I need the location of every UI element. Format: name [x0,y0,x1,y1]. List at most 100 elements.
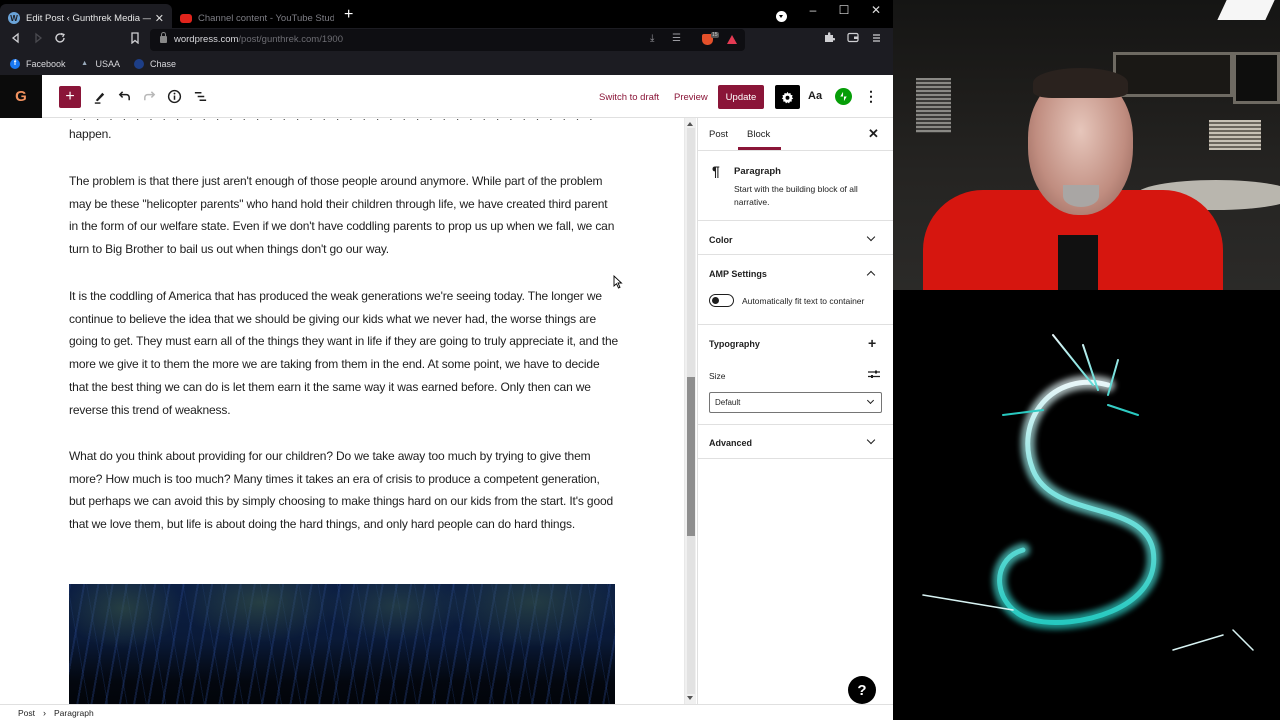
sidebar-tabs: Post Block ✕ [698,118,893,151]
presenter-goatee [1063,185,1099,207]
new-tab-button[interactable]: + [344,6,353,24]
close-window-button[interactable]: ✕ [866,3,886,17]
facebook-icon: f [10,58,20,69]
paragraph-icon: ¶ [712,163,720,179]
advanced-panel[interactable]: Advanced [698,425,893,459]
font-size-select[interactable]: Default [709,392,882,413]
partial-text-line: · · · · · · · · · · · · · · · · · · · · … [69,118,619,120]
browser-window: W Edit Post ‹ Gunthrek Media — W ✕ Chann… [0,0,893,720]
bookmark-chase[interactable]: Chase [134,58,177,69]
bookmarks-bar: f Facebook ▲ USAA Chase [0,52,893,75]
paragraph-block[interactable]: What do you think about providing for ou… [69,445,619,536]
paragraph-block[interactable]: happen. [69,123,619,146]
reader-mode-icon[interactable]: ☰ [672,33,681,44]
presenter-hair [1033,68,1128,98]
gear-icon [781,91,794,103]
background-cabinet [1113,52,1233,97]
edit-pencil-icon[interactable] [90,87,108,105]
youtube-icon [180,13,192,23]
dragon-logo-art [893,290,1280,720]
presenter-undershirt [1058,235,1098,290]
chevron-down-icon [866,435,876,446]
settings-button[interactable] [775,85,800,109]
bookmark-usaa[interactable]: ▲ USAA [80,58,121,69]
usaa-icon: ▲ [81,60,88,67]
help-button[interactable]: ? [848,676,876,704]
scroll-down-arrow[interactable] [687,696,693,700]
editor-canvas: · · · · · · · · · · · · · · · · · · · · … [0,118,684,704]
wallet-icon[interactable] [847,32,859,46]
url-text[interactable]: wordpress.com/post/gunthrek.com/1900 [174,34,343,45]
chevron-down-icon [866,396,875,405]
list-view-icon[interactable] [191,87,209,105]
nav-bar: wordpress.com/post/gunthrek.com/1900 ⤓ ☰… [0,28,893,52]
wordpress-icon: W [8,12,20,24]
jetpack-icon [840,91,847,102]
panel-title[interactable]: AMP Settings [709,269,767,279]
more-options-button[interactable]: ⋮ [864,87,878,105]
ceiling-light [1217,0,1275,20]
bookmark-icon[interactable] [130,32,140,47]
forward-icon[interactable] [32,32,44,47]
shields-count-badge: 15 [711,32,719,38]
bookmark-label: Chase [150,58,177,69]
breadcrumb-post[interactable]: Post [18,708,35,718]
background-cabinet [1233,52,1280,104]
update-button[interactable]: Update [718,85,764,109]
size-options-icon[interactable] [868,369,880,379]
menu-icon[interactable] [872,32,881,46]
jetpack-button[interactable] [835,88,852,105]
typography-options-plus-icon[interactable]: + [868,335,876,351]
close-tab-icon[interactable]: ✕ [155,12,164,25]
download-icon[interactable]: ⤓ [650,33,654,44]
vpn-icon[interactable] [776,11,787,22]
close-sidebar-button[interactable]: ✕ [868,126,879,142]
breadcrumb-paragraph[interactable]: Paragraph [54,708,94,718]
background-blinds [1209,120,1261,150]
undo-icon[interactable] [115,87,133,105]
back-icon[interactable] [10,32,22,47]
auto-fit-text-toggle[interactable] [709,294,734,307]
chevron-down-icon [866,232,876,243]
panel-title: Color [709,235,733,245]
tab-post[interactable]: Post [709,129,728,140]
switch-to-draft-button[interactable]: Switch to draft [599,92,659,103]
brave-rewards-icon[interactable] [727,35,737,44]
toggle-label: Automatically fit text to container [742,296,865,306]
editor-header: G + Switch to draft Preview Update Aa ⋮ [0,75,893,118]
size-label: Size [709,371,726,381]
block-inserter-button[interactable]: + [59,86,81,108]
reload-icon[interactable] [54,32,66,47]
content-scrollbar[interactable] [684,118,696,704]
extensions-icon[interactable] [824,32,836,46]
tab-title: Channel content - YouTube Studio [198,12,334,24]
scroll-up-arrow[interactable] [687,122,693,126]
info-icon[interactable] [165,87,183,105]
styles-button[interactable]: Aa [808,90,822,102]
bookmark-facebook[interactable]: f Facebook [10,58,66,69]
redo-icon[interactable] [140,87,158,105]
maximize-button[interactable]: ☐ [834,3,854,17]
lock-icon [160,32,167,43]
settings-sidebar: Post Block ✕ ¶ Paragraph Start with the … [697,118,893,704]
preview-button[interactable]: Preview [674,92,708,103]
block-description: Start with the building block of all nar… [734,184,858,207]
chevron-up-icon[interactable] [866,270,876,281]
site-logo[interactable]: G [0,75,42,118]
tab-title: Edit Post ‹ Gunthrek Media — W [26,12,151,24]
chase-icon [134,58,145,69]
bookmark-label: USAA [95,58,121,69]
bookmark-label: Facebook [26,58,66,69]
minimize-button[interactable]: – [803,3,823,17]
image-block[interactable] [69,584,615,704]
address-bar[interactable]: wordpress.com/post/gunthrek.com/1900 ⤓ ☰… [150,29,745,51]
color-panel[interactable]: Color [698,221,893,255]
background-window [916,78,951,133]
tab-block[interactable]: Block [747,129,770,140]
panel-title: Typography [709,339,760,349]
paragraph-block[interactable]: It is the coddling of America that has p… [69,285,619,421]
select-value: Default [715,398,741,407]
scroll-thumb[interactable] [687,377,695,536]
paragraph-block[interactable]: The problem is that there just aren't en… [69,170,619,261]
amp-settings-panel: AMP Settings [698,255,893,325]
